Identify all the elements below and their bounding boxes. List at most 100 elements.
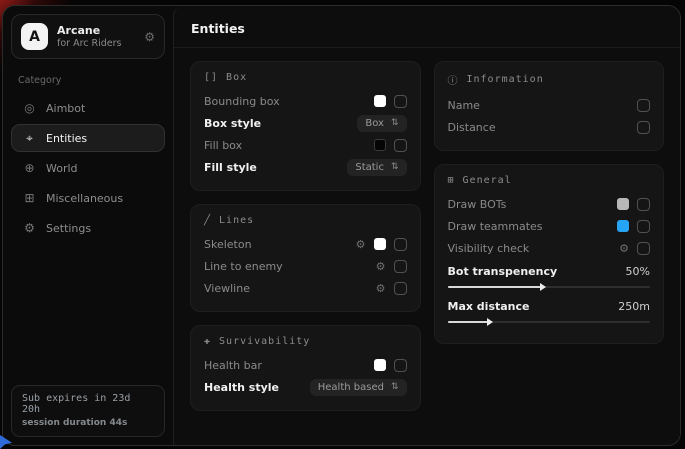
setting-label: Skeleton [204, 238, 252, 251]
color-swatch[interactable] [374, 95, 386, 107]
setting-label: Draw teammates [448, 220, 543, 233]
color-swatch[interactable] [374, 238, 386, 250]
sidebar-item-label: Aimbot [46, 102, 85, 115]
sub-expiry-text: Sub expires in 23d 20h [22, 393, 154, 415]
gear-icon: ⚙ [23, 221, 36, 235]
draw-teammates-checkbox[interactable] [637, 220, 650, 233]
setting-label: Line to enemy [204, 260, 283, 273]
select-value: Box [365, 118, 384, 129]
survivability-card: ✚ Survivability Health bar Health style [190, 325, 421, 411]
section-title: Box [226, 72, 247, 83]
box-card-header: [] Box [204, 72, 407, 83]
fill-style-select[interactable]: Static ⇅ [347, 159, 406, 176]
grid-icon: ⊞ [448, 175, 455, 186]
subscription-status-card: Sub expires in 23d 20h session duration … [11, 385, 165, 437]
setting-label: Bot transpenency [448, 265, 558, 278]
gear-icon[interactable]: ⚙ [356, 239, 366, 250]
slider-value: 250m [618, 300, 650, 313]
information-card-header: ⓘ Information [448, 72, 651, 87]
section-title: Lines [219, 215, 254, 226]
slider-thumb[interactable] [540, 283, 546, 291]
information-card: ⓘ Information Name Distance [434, 61, 665, 151]
color-swatch[interactable] [617, 220, 629, 232]
skeleton-checkbox[interactable] [394, 238, 407, 251]
box-card: [] Box Bounding box Box style Box [190, 61, 421, 191]
brand-card: A Arcane for Arc Riders ⚙ [11, 14, 165, 59]
draw-bots-checkbox[interactable] [637, 198, 650, 211]
setting-row-distance: Distance [448, 116, 651, 138]
setting-row-draw-bots: Draw BOTs [448, 193, 651, 215]
fill-box-checkbox[interactable] [394, 139, 407, 152]
sidebar-item-label: Miscellaneous [46, 192, 123, 205]
right-column: ⓘ Information Name Distance [434, 61, 665, 344]
setting-label: Health bar [204, 359, 262, 372]
content-grid: [] Box Bounding box Box style Box [174, 48, 680, 424]
health-style-select[interactable]: Health based ⇅ [310, 379, 407, 396]
updown-arrows-icon: ⇅ [391, 118, 399, 128]
slider-thumb[interactable] [487, 318, 493, 326]
color-swatch[interactable] [374, 139, 386, 151]
slider-fill [448, 321, 491, 323]
setting-label: Draw BOTs [448, 198, 507, 211]
line-to-enemy-checkbox[interactable] [394, 260, 407, 273]
color-swatch[interactable] [617, 198, 629, 210]
cross-icon: ✚ [204, 336, 211, 347]
sidebar-item-aimbot[interactable]: ◎ Aimbot [11, 94, 165, 122]
viewline-checkbox[interactable] [394, 282, 407, 295]
setting-row-viewline: Viewline ⚙ [204, 277, 407, 299]
survivability-card-header: ✚ Survivability [204, 336, 407, 347]
setting-row-skeleton: Skeleton ⚙ [204, 233, 407, 255]
setting-label: Max distance [448, 300, 530, 313]
distance-checkbox[interactable] [637, 121, 650, 134]
sidebar-item-label: Entities [46, 132, 87, 145]
sidebar-item-miscellaneous[interactable]: ⊞ Miscellaneous [11, 184, 165, 212]
brackets-icon: [] [204, 72, 218, 83]
color-swatch[interactable] [374, 359, 386, 371]
setting-row-health-style: Health style Health based ⇅ [204, 376, 407, 398]
sidebar-item-label: Settings [46, 222, 91, 235]
slider-value: 50% [626, 265, 650, 278]
entities-icon: ⌖ [23, 131, 36, 146]
main-panel: Entities [] Box Bounding box [173, 6, 680, 445]
sidebar-item-label: World [46, 162, 78, 175]
info-icon: ⓘ [448, 72, 459, 87]
slider-fill [448, 286, 543, 288]
bot-transparency-setting: Bot transpenency 50% [448, 261, 651, 288]
setting-row-health-bar: Health bar [204, 354, 407, 376]
setting-row-fill-style: Fill style Static ⇅ [204, 156, 407, 178]
sidebar-item-entities[interactable]: ⌖ Entities [11, 124, 165, 152]
section-title: Survivability [219, 336, 310, 347]
gear-icon[interactable]: ⚙ [376, 283, 386, 294]
general-card: ⊞ General Draw BOTs Draw teammates [434, 164, 665, 344]
setting-label: Fill box [204, 139, 242, 152]
bot-transparency-slider[interactable] [448, 286, 651, 288]
health-bar-checkbox[interactable] [394, 359, 407, 372]
setting-label: Viewline [204, 282, 250, 295]
setting-row-bounding-box: Bounding box [204, 90, 407, 112]
setting-row-line-to-enemy: Line to enemy ⚙ [204, 255, 407, 277]
visibility-check-checkbox[interactable] [637, 242, 650, 255]
bounding-box-checkbox[interactable] [394, 95, 407, 108]
arcane-window: A Arcane for Arc Riders ⚙ Category ◎ Aim… [2, 5, 681, 446]
sidebar: A Arcane for Arc Riders ⚙ Category ◎ Aim… [3, 6, 173, 445]
gear-icon[interactable]: ⚙ [376, 261, 386, 272]
setting-label: Name [448, 99, 480, 112]
name-checkbox[interactable] [637, 99, 650, 112]
sidebar-item-settings[interactable]: ⚙ Settings [11, 214, 165, 242]
lines-card: ╱ Lines Skeleton ⚙ Line to enemy [190, 204, 421, 312]
sidebar-item-world[interactable]: ⊕ World [11, 154, 165, 182]
box-style-select[interactable]: Box ⇅ [357, 115, 406, 132]
max-distance-slider[interactable] [448, 321, 651, 323]
setting-row-visibility-check: Visibility check ⚙ [448, 237, 651, 259]
brand-settings-icon[interactable]: ⚙ [144, 30, 155, 44]
select-value: Static [355, 162, 384, 173]
setting-label: Visibility check [448, 242, 530, 255]
brand-name: Arcane [57, 24, 122, 37]
brand-subtitle: for Arc Riders [57, 38, 122, 49]
globe-icon: ⊕ [23, 161, 36, 175]
gear-icon[interactable]: ⚙ [619, 243, 629, 254]
left-column: [] Box Bounding box Box style Box [190, 61, 421, 411]
brand-text: Arcane for Arc Riders [57, 24, 122, 49]
line-icon: ╱ [204, 215, 211, 226]
session-duration-text: session duration 44s [22, 418, 154, 428]
